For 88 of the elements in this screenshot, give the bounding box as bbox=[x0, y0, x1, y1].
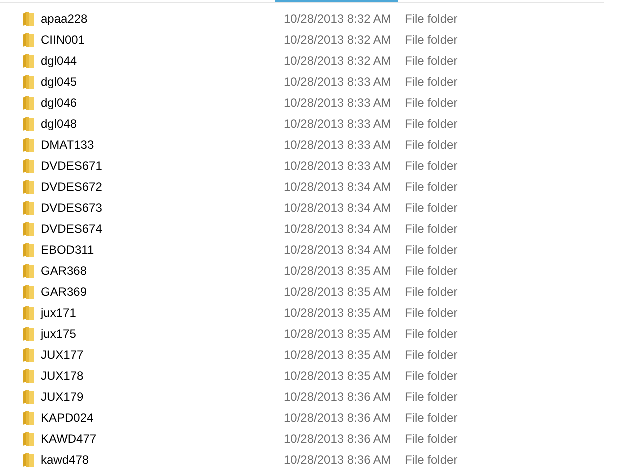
date-modified: 10/28/2013 8:34 AM bbox=[284, 180, 392, 194]
folder-icon bbox=[22, 200, 35, 216]
folder-name[interactable]: JUX178 bbox=[41, 368, 284, 382]
folder-name[interactable]: KAWD477 bbox=[41, 432, 284, 446]
folder-icon bbox=[22, 136, 35, 152]
folder-icon bbox=[22, 116, 35, 132]
date-modified: 10/28/2013 8:35 AM bbox=[284, 368, 392, 382]
folder-icon bbox=[22, 94, 35, 110]
date-modified: 10/28/2013 8:36 AM bbox=[284, 452, 392, 466]
date-modified: 10/28/2013 8:33 AM bbox=[284, 96, 392, 110]
date-modified: 10/28/2013 8:36 AM bbox=[284, 390, 392, 404]
item-type: File folder bbox=[405, 222, 458, 236]
folder-icon bbox=[22, 178, 35, 194]
date-modified: 10/28/2013 8:32 AM bbox=[284, 12, 392, 26]
date-modified: 10/28/2013 8:36 AM bbox=[284, 432, 392, 446]
item-type: File folder bbox=[405, 306, 458, 320]
date-modified: 10/28/2013 8:34 AM bbox=[284, 242, 392, 256]
folder-icon bbox=[22, 220, 35, 236]
item-type: File folder bbox=[405, 74, 458, 88]
item-type: File folder bbox=[405, 96, 458, 110]
item-type: File folder bbox=[405, 32, 458, 46]
folder-icon bbox=[22, 262, 35, 278]
folder-icon bbox=[22, 346, 35, 362]
date-modified: 10/28/2013 8:35 AM bbox=[284, 306, 392, 320]
folder-name[interactable]: JUX179 bbox=[41, 390, 284, 404]
item-type: File folder bbox=[405, 326, 458, 340]
item-type: File folder bbox=[405, 116, 458, 130]
date-modified: 10/28/2013 8:32 AM bbox=[284, 32, 392, 46]
folder-name[interactable]: JUX177 bbox=[41, 348, 284, 362]
date-modified: 10/28/2013 8:32 AM bbox=[284, 54, 392, 68]
folder-icon bbox=[22, 10, 35, 26]
folder-icon bbox=[22, 242, 35, 258]
folder-name[interactable]: EBOD311 bbox=[41, 242, 284, 256]
folder-icon bbox=[22, 326, 35, 342]
folder-name[interactable]: kawd478 bbox=[41, 452, 284, 466]
item-type: File folder bbox=[405, 432, 458, 446]
folder-name[interactable]: dgl048 bbox=[41, 116, 284, 130]
folder-name[interactable]: KAPD024 bbox=[41, 410, 284, 424]
date-modified: 10/28/2013 8:35 AM bbox=[284, 264, 392, 278]
folder-name[interactable]: apaa228 bbox=[41, 12, 284, 26]
item-type: File folder bbox=[405, 12, 458, 26]
item-type: File folder bbox=[405, 54, 458, 68]
folder-name[interactable]: dgl045 bbox=[41, 74, 284, 88]
date-modified: 10/28/2013 8:35 AM bbox=[284, 284, 392, 298]
folder-icon bbox=[22, 430, 35, 446]
item-type: File folder bbox=[405, 138, 458, 152]
folder-name[interactable]: CIIN001 bbox=[41, 32, 284, 46]
date-modified: 10/28/2013 8:34 AM bbox=[284, 200, 392, 214]
folder-icon bbox=[22, 368, 35, 384]
date-modified: 10/28/2013 8:33 AM bbox=[284, 116, 392, 130]
folder-icon bbox=[22, 158, 35, 174]
date-modified: 10/28/2013 8:36 AM bbox=[284, 410, 392, 424]
folder-icon bbox=[22, 410, 35, 426]
folder-name[interactable]: dgl046 bbox=[41, 96, 284, 110]
date-modified: 10/28/2013 8:35 AM bbox=[284, 326, 392, 340]
item-type: File folder bbox=[405, 348, 458, 362]
folder-name[interactable]: DVDES673 bbox=[41, 200, 284, 214]
folder-name[interactable]: GAR368 bbox=[41, 264, 284, 278]
date-modified: 10/28/2013 8:33 AM bbox=[284, 74, 392, 88]
folder-name[interactable]: DVDES671 bbox=[41, 158, 284, 172]
folder-icon bbox=[22, 304, 35, 320]
item-type: File folder bbox=[405, 390, 458, 404]
item-type: File folder bbox=[405, 452, 458, 466]
item-type: File folder bbox=[405, 410, 458, 424]
folder-name[interactable]: dgl044 bbox=[41, 54, 284, 68]
date-modified: 10/28/2013 8:34 AM bbox=[284, 222, 392, 236]
folder-name[interactable]: DVDES672 bbox=[41, 180, 284, 194]
item-type: File folder bbox=[405, 242, 458, 256]
folder-name[interactable]: DVDES674 bbox=[41, 222, 284, 236]
folder-name[interactable]: DMAT133 bbox=[41, 138, 284, 152]
item-type: File folder bbox=[405, 158, 458, 172]
date-modified: 10/28/2013 8:33 AM bbox=[284, 138, 392, 152]
folder-icon bbox=[22, 32, 35, 48]
date-modified: 10/28/2013 8:35 AM bbox=[284, 348, 392, 362]
folder-icon bbox=[22, 74, 35, 90]
folder-icon bbox=[22, 388, 35, 404]
folder-name[interactable]: GAR369 bbox=[41, 284, 284, 298]
folder-icon bbox=[22, 52, 35, 68]
folder-icon bbox=[22, 452, 35, 468]
folder-icon bbox=[22, 284, 35, 300]
item-type: File folder bbox=[405, 284, 458, 298]
folder-name[interactable]: jux175 bbox=[41, 326, 284, 340]
item-type: File folder bbox=[405, 200, 458, 214]
item-type: File folder bbox=[405, 368, 458, 382]
item-type: File folder bbox=[405, 264, 458, 278]
folder-name[interactable]: jux171 bbox=[41, 306, 284, 320]
date-modified: 10/28/2013 8:33 AM bbox=[284, 158, 392, 172]
item-type: File folder bbox=[405, 180, 458, 194]
